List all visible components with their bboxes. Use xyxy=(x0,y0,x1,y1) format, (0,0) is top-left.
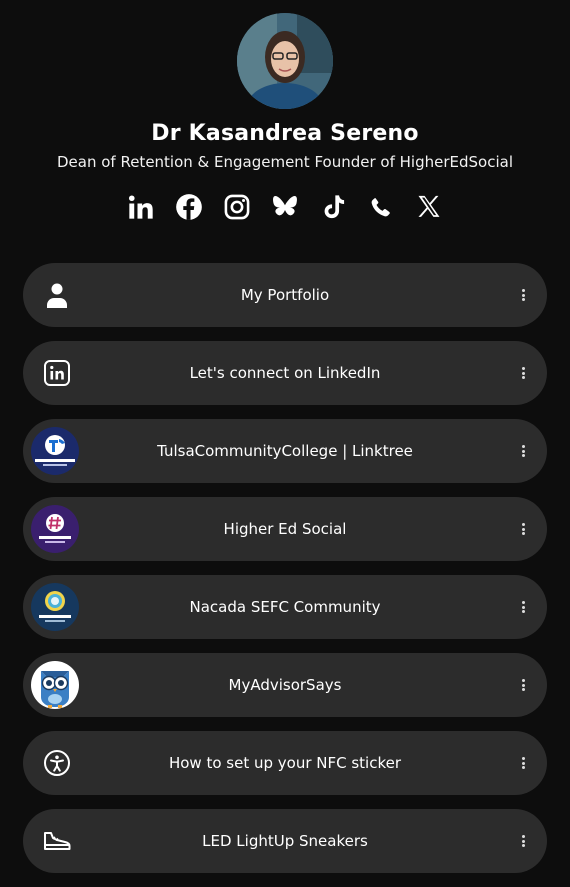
profile-bio: Dean of Retention & Engagement Founder o… xyxy=(56,153,513,171)
link-label: Nacada SEFC Community xyxy=(189,598,381,616)
link-linkedin[interactable]: Let's connect on LinkedIn xyxy=(23,341,547,405)
sneaker-icon xyxy=(33,817,81,865)
instagram-icon[interactable] xyxy=(220,190,254,224)
social-icons-row xyxy=(0,190,570,226)
tcc-thumbnail xyxy=(31,427,79,475)
more-options-icon[interactable] xyxy=(517,287,529,303)
owl-thumbnail xyxy=(31,661,79,709)
linkedin-icon xyxy=(33,349,81,397)
bluesky-icon[interactable] xyxy=(268,190,302,224)
link-led-sneakers[interactable]: LED LightUp Sneakers xyxy=(23,809,547,873)
tiktok-icon[interactable] xyxy=(316,190,350,224)
more-options-icon[interactable] xyxy=(517,677,529,693)
profile-name: Dr Kasandrea Sereno xyxy=(151,121,419,146)
link-tulsa-community-college[interactable]: TulsaCommunityCollege | Linktree xyxy=(23,419,547,483)
link-label: How to set up your NFC sticker xyxy=(168,754,402,772)
link-nacada-sefc[interactable]: Nacada SEFC Community xyxy=(23,575,547,639)
link-list: My Portfolio Let's connect on LinkedIn T… xyxy=(23,263,547,887)
more-options-icon[interactable] xyxy=(517,521,529,537)
link-label: Let's connect on LinkedIn xyxy=(189,364,381,382)
more-options-icon[interactable] xyxy=(517,599,529,615)
linkedin-icon[interactable] xyxy=(124,190,158,224)
link-higher-ed-social[interactable]: Higher Ed Social xyxy=(23,497,547,561)
link-label: My Portfolio xyxy=(240,286,330,304)
nacada-thumbnail xyxy=(31,583,79,631)
more-options-icon[interactable] xyxy=(517,365,529,381)
facebook-icon[interactable] xyxy=(172,190,206,224)
link-label: TulsaCommunityCollege | Linktree xyxy=(157,442,413,460)
profile-avatar xyxy=(237,13,333,109)
more-options-icon[interactable] xyxy=(517,755,529,771)
link-label: Higher Ed Social xyxy=(223,520,347,538)
link-my-advisor-says[interactable]: MyAdvisorSays xyxy=(23,653,547,717)
higher-ed-social-thumbnail xyxy=(31,505,79,553)
link-label: MyAdvisorSays xyxy=(228,676,342,694)
more-options-icon[interactable] xyxy=(517,833,529,849)
more-options-icon[interactable] xyxy=(517,443,529,459)
x-icon[interactable] xyxy=(412,190,446,224)
link-my-portfolio[interactable]: My Portfolio xyxy=(23,263,547,327)
person-icon xyxy=(33,271,81,319)
accessibility-icon xyxy=(33,739,81,787)
phone-icon[interactable] xyxy=(364,190,398,224)
link-label: LED LightUp Sneakers xyxy=(202,832,368,850)
link-nfc-sticker-setup[interactable]: How to set up your NFC sticker xyxy=(23,731,547,795)
